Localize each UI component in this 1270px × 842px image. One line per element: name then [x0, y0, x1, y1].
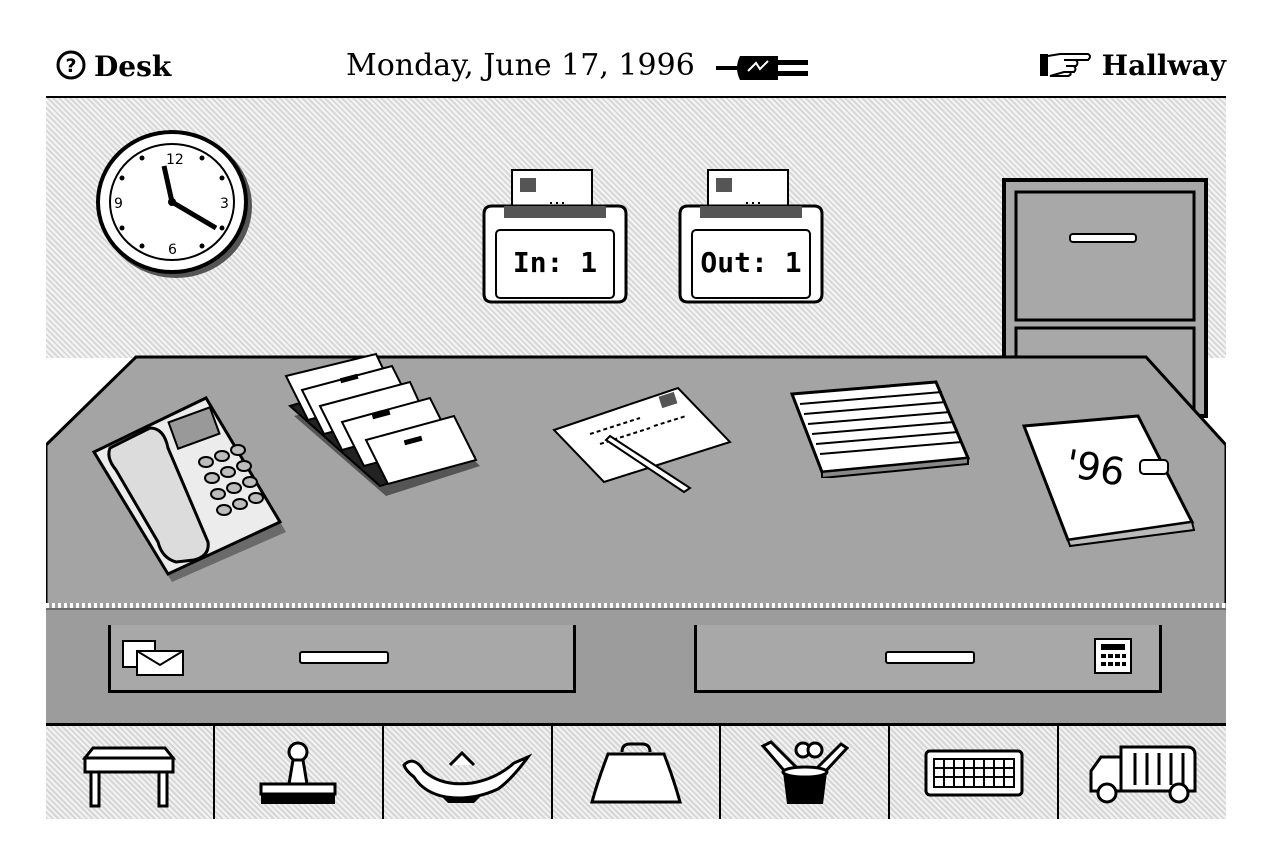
notepad[interactable]: [786, 378, 972, 482]
help-icon[interactable]: ?: [56, 50, 86, 84]
mail-drawer[interactable]: [108, 625, 576, 693]
telephone[interactable]: [90, 392, 295, 591]
tool-trash-truck[interactable]: [1059, 726, 1226, 819]
magic-lamp-icon: [402, 750, 533, 803]
out-tray[interactable]: Out: 1: [676, 166, 826, 306]
hallway-button[interactable]: Hallway: [1039, 49, 1226, 82]
tool-briefcase[interactable]: [553, 726, 722, 819]
desk-icon: [82, 746, 177, 807]
svg-text:12: 12: [166, 152, 184, 168]
calendar-book-1996[interactable]: '96: [1018, 412, 1198, 548]
rolodex-card-file[interactable]: [280, 346, 492, 520]
tool-desk[interactable]: [46, 726, 215, 819]
tool-magic-lamp[interactable]: [384, 726, 553, 819]
rubber-stamp-icon: [259, 741, 337, 804]
power-plug-icon: [716, 53, 812, 87]
keyboard-icon: [924, 749, 1024, 796]
svg-text:6: 6: [168, 242, 177, 258]
calculator-icon: [1093, 637, 1133, 679]
in-tray[interactable]: In: 1: [480, 166, 630, 306]
date-display: Monday, June 17, 1996: [346, 48, 695, 83]
tool-keyboard[interactable]: [890, 726, 1060, 819]
calculator-drawer[interactable]: [694, 625, 1162, 693]
bottom-toolbar: [46, 723, 1226, 819]
trash-truck-icon: [1089, 745, 1197, 803]
drawer-handle[interactable]: [885, 651, 975, 664]
envelopes-icon: [121, 637, 185, 681]
in-tray-label: In: 1: [512, 246, 598, 279]
drawer-handle[interactable]: [299, 651, 389, 664]
location-label: Desk: [94, 50, 172, 83]
svg-text:9: 9: [114, 196, 123, 212]
desk-drawers: [46, 608, 1226, 725]
wall-clock[interactable]: 12 3 6 9: [94, 128, 254, 282]
postcard-and-pen[interactable]: [550, 384, 736, 500]
briefcase-icon: [590, 742, 682, 803]
svg-text:?: ?: [65, 55, 76, 77]
tool-rubber-stamp[interactable]: [215, 726, 384, 819]
svg-text:3: 3: [220, 196, 229, 212]
pointing-hand-icon[interactable]: [1039, 50, 1092, 82]
hallway-label: Hallway: [1101, 49, 1226, 82]
tool-pencil-cup[interactable]: [721, 726, 891, 819]
out-tray-label: Out: 1: [700, 246, 802, 279]
help-button[interactable]: ? Desk: [56, 50, 171, 84]
title-bar: ? Desk Monday, June 17, 1996 Hallway: [46, 38, 1226, 99]
pencil-cup-icon: [760, 739, 850, 804]
